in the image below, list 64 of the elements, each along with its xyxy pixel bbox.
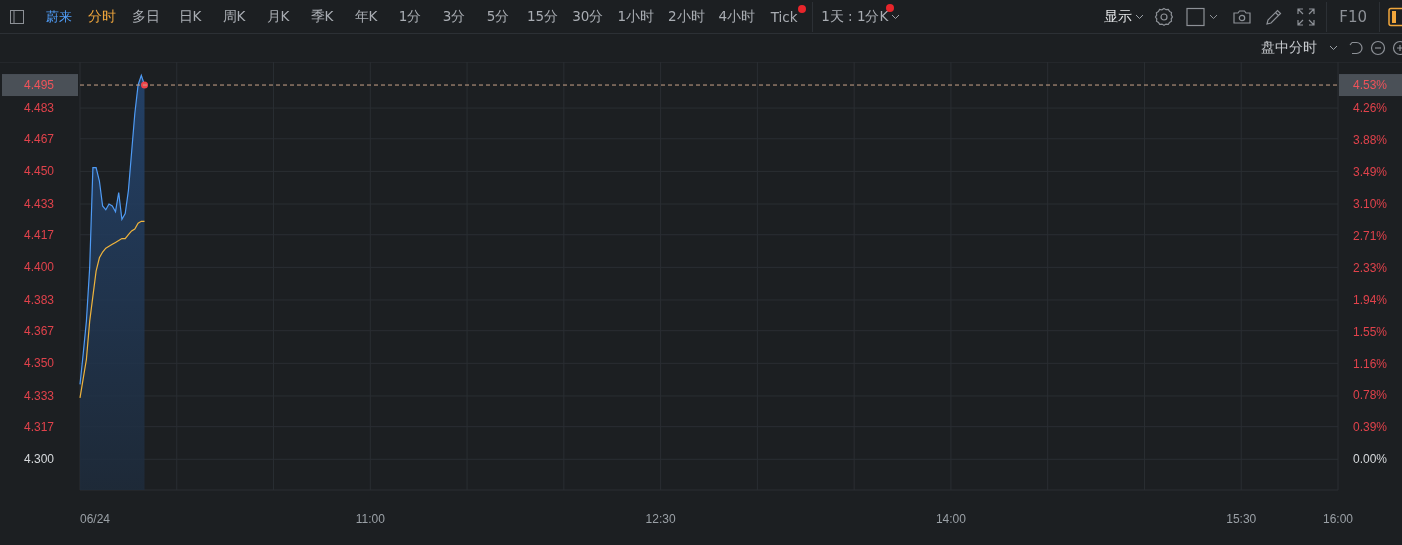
y-axis-label: 4.450 xyxy=(24,164,54,179)
period-tab[interactable]: 年K xyxy=(346,7,386,26)
x-axis-label: 15:30 xyxy=(1226,512,1257,526)
period-tab[interactable]: 5分 xyxy=(478,7,518,26)
percent-axis-label: 0.39% xyxy=(1353,420,1387,435)
y-axis-label: 4.400 xyxy=(24,260,54,275)
panel-icon[interactable] xyxy=(1388,6,1402,27)
percent-axis-label: 0.78% xyxy=(1353,388,1387,403)
y-axis-label: 4.417 xyxy=(24,227,54,242)
percent-axis-label: 1.94% xyxy=(1353,292,1387,307)
percent-axis-label: 3.10% xyxy=(1353,196,1387,211)
period-tab[interactable]: 分时 xyxy=(82,7,122,26)
period-tab[interactable]: 月K xyxy=(258,7,298,26)
f10-button[interactable]: F10 xyxy=(1339,7,1367,26)
x-axis-label: 11:00 xyxy=(355,512,385,526)
last-price-dot xyxy=(141,81,148,89)
x-axis-label: 12:30 xyxy=(645,512,676,526)
period-tab[interactable]: 15分 xyxy=(522,7,564,26)
x-axis-label: 16:00 xyxy=(1323,512,1353,526)
period-tab[interactable]: 周K xyxy=(214,7,254,26)
x-axis-label: 14:00 xyxy=(935,512,966,526)
undo-icon[interactable] xyxy=(1348,40,1364,56)
period-tab[interactable]: 日K xyxy=(170,7,210,26)
y-axis-label: 4.350 xyxy=(24,356,54,371)
chevron-icon xyxy=(891,13,901,20)
percent-axis-label: 1.16% xyxy=(1353,356,1387,371)
x-axis-label: 06/24 xyxy=(80,512,111,526)
y-axis-label: 4.483 xyxy=(24,101,54,116)
period-tab[interactable]: 4小时 xyxy=(713,7,761,26)
mode-dropdown[interactable]: 盘中分时 xyxy=(1257,39,1342,57)
range-dropdown[interactable]: 1天 : 1分K xyxy=(817,7,905,26)
period-tab[interactable]: 2小时 xyxy=(662,7,710,26)
y-axis-label: 4.433 xyxy=(24,197,54,212)
y-axis-label: 4.333 xyxy=(24,388,54,403)
zoom-in-icon[interactable] xyxy=(1392,40,1402,56)
settings-icon[interactable] xyxy=(1154,6,1175,27)
display-dropdown[interactable]: 显示 xyxy=(1100,7,1149,26)
period-tab[interactable]: 30分 xyxy=(567,7,609,26)
percent-axis-label: 4.26% xyxy=(1353,101,1387,116)
current-change-label: 4.53% xyxy=(1339,74,1402,97)
period-tab[interactable]: 多日 xyxy=(126,7,166,26)
y-axis-label: 4.300 xyxy=(24,452,54,467)
y-axis-label: 4.467 xyxy=(24,131,54,146)
percent-axis-label: 3.49% xyxy=(1353,164,1387,179)
y-axis-label: 4.383 xyxy=(24,293,54,307)
percent-axis-label: 1.55% xyxy=(1353,324,1387,339)
percent-axis-label: 3.88% xyxy=(1353,133,1387,147)
current-price-label: 4.495 xyxy=(2,74,78,97)
percent-axis-label: 2.33% xyxy=(1353,260,1387,275)
chevron-icon xyxy=(1329,45,1338,51)
period-tab[interactable]: Tick xyxy=(764,8,805,25)
fullscreen-icon[interactable] xyxy=(1296,6,1317,27)
sidebar-toggle-icon[interactable] xyxy=(10,9,24,24)
period-tab[interactable]: 季K xyxy=(302,7,342,26)
y-axis-label: 4.367 xyxy=(24,323,54,338)
period-tab[interactable]: 1分 xyxy=(390,7,430,26)
percent-axis-label: 0.00% xyxy=(1353,452,1387,467)
period-tab[interactable]: 3分 xyxy=(434,7,474,26)
chevron-icon xyxy=(1135,13,1145,20)
zoom-out-icon[interactable] xyxy=(1370,40,1386,56)
y-axis-label: 4.317 xyxy=(24,419,54,434)
period-tab[interactable]: 1小时 xyxy=(612,7,659,26)
stock-name[interactable]: 蔚来 xyxy=(40,7,78,26)
percent-axis-label: 2.71% xyxy=(1353,228,1387,243)
